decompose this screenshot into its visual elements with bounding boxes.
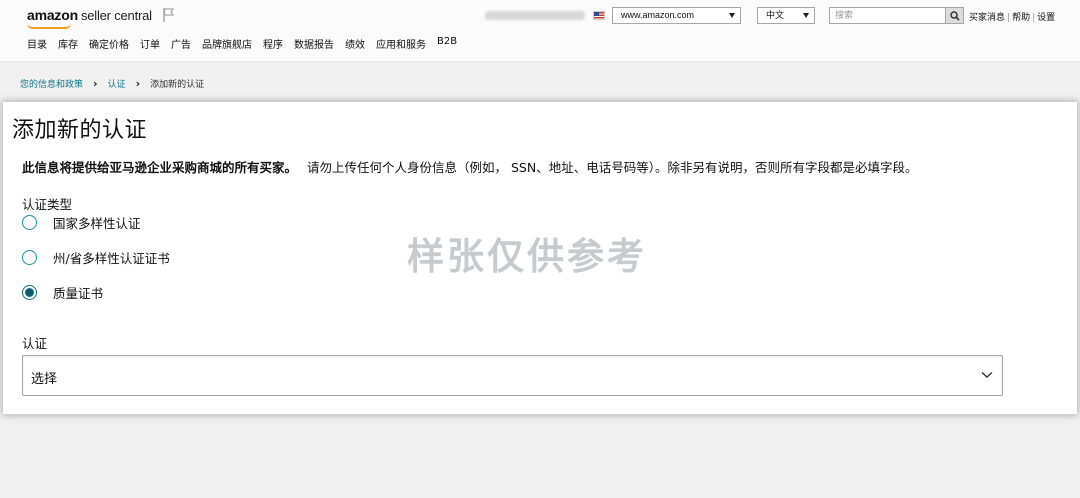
nav-apps-services[interactable]: 应用和服务 [376,36,426,51]
logo-brand: amazon [27,7,78,23]
page-title: 添加新的认证 [12,118,148,143]
nav-pricing[interactable]: 确定价格 [89,36,129,51]
notice-bold: 此信息将提供给亚马逊企业采购商城的所有买家。 [22,160,298,175]
sample-watermark: 样张仅供参考 [407,235,647,278]
breadcrumb-certifications[interactable]: 认证 [108,77,126,90]
divider: | [1007,13,1011,23]
header-links: 买家消息 | 帮助 | 设置 [969,10,1055,23]
nav-catalog[interactable]: 目录 [27,36,47,51]
us-flag-icon [593,11,605,20]
nav-inventory[interactable]: 库存 [58,36,78,51]
breadcrumb-current: 添加新的认证 [150,80,205,90]
breadcrumb-info-policies[interactable]: 您的信息和政策 [20,77,83,90]
radio-quality-certificate[interactable]: 质量证书 [22,283,103,302]
nav-stores[interactable]: 品牌旗舰店 [202,36,252,51]
search-input[interactable] [829,7,946,24]
radio-label: 国家多样性认证 [53,216,141,231]
flag-icon[interactable] [162,7,176,23]
chevron-down-icon [803,13,809,18]
search-button[interactable] [945,7,964,24]
radio-label: 州/省多样性认证证书 [53,251,170,266]
breadcrumb: 您的信息和政策 › 认证 › 添加新的认证 [20,77,204,90]
seller-central-logo[interactable]: amazon seller central [27,7,152,29]
cert-type-label: 认证类型 [22,197,73,212]
certification-select[interactable]: 选择 [22,355,1003,396]
chevron-right-icon: › [93,77,98,90]
chevron-down-icon [981,371,993,378]
logo-product: seller central [80,8,152,23]
buyer-messages-link[interactable]: 买家消息 [969,13,1005,23]
nav-performance[interactable]: 绩效 [345,36,365,51]
nav-programs[interactable]: 程序 [263,36,283,51]
chevron-down-icon [729,13,735,18]
radio-state-diversity[interactable]: 州/省多样性认证证书 [22,248,170,267]
marketplace-select[interactable]: www.amazon.com [612,7,741,24]
cert-label: 认证 [22,336,48,351]
help-link[interactable]: 帮助 [1012,13,1030,23]
language-value: 中文 [766,10,785,20]
main-nav: 目录 库存 确定价格 订单 广告 品牌旗舰店 程序 数据报告 绩效 应用和服务 … [27,36,468,51]
account-name-blurred [485,11,585,20]
divider: | [1032,13,1036,23]
notice-rest: 请勿上传任何个人身份信息（例如， SSN、地址、电话号码等）。除非另有说明，否则… [307,160,918,175]
radio-button[interactable] [22,215,37,230]
nav-advertising[interactable]: 广告 [171,36,191,51]
nav-b2b[interactable]: B2B [437,36,457,51]
radio-button[interactable] [22,250,37,265]
logo-smile-icon [27,23,71,29]
marketplace-value: www.amazon.com [621,10,695,20]
nav-orders[interactable]: 订单 [140,36,160,51]
radio-national-diversity[interactable]: 国家多样性认证 [22,213,141,232]
radio-button-selected[interactable] [22,285,37,300]
nav-reports[interactable]: 数据报告 [294,36,334,51]
chevron-right-icon: › [135,77,141,90]
certification-select-value: 选择 [31,372,58,387]
radio-label: 质量证书 [53,286,104,301]
language-select[interactable]: 中文 [757,7,815,24]
settings-link[interactable]: 设置 [1037,13,1055,23]
notice-text: 此信息将提供给亚马逊企业采购商城的所有买家。 请勿上传任何个人身份信息（例如， S… [22,157,917,176]
top-header: amazon seller central www.amazon.com 中文 … [0,0,1080,62]
search-icon [950,11,960,21]
